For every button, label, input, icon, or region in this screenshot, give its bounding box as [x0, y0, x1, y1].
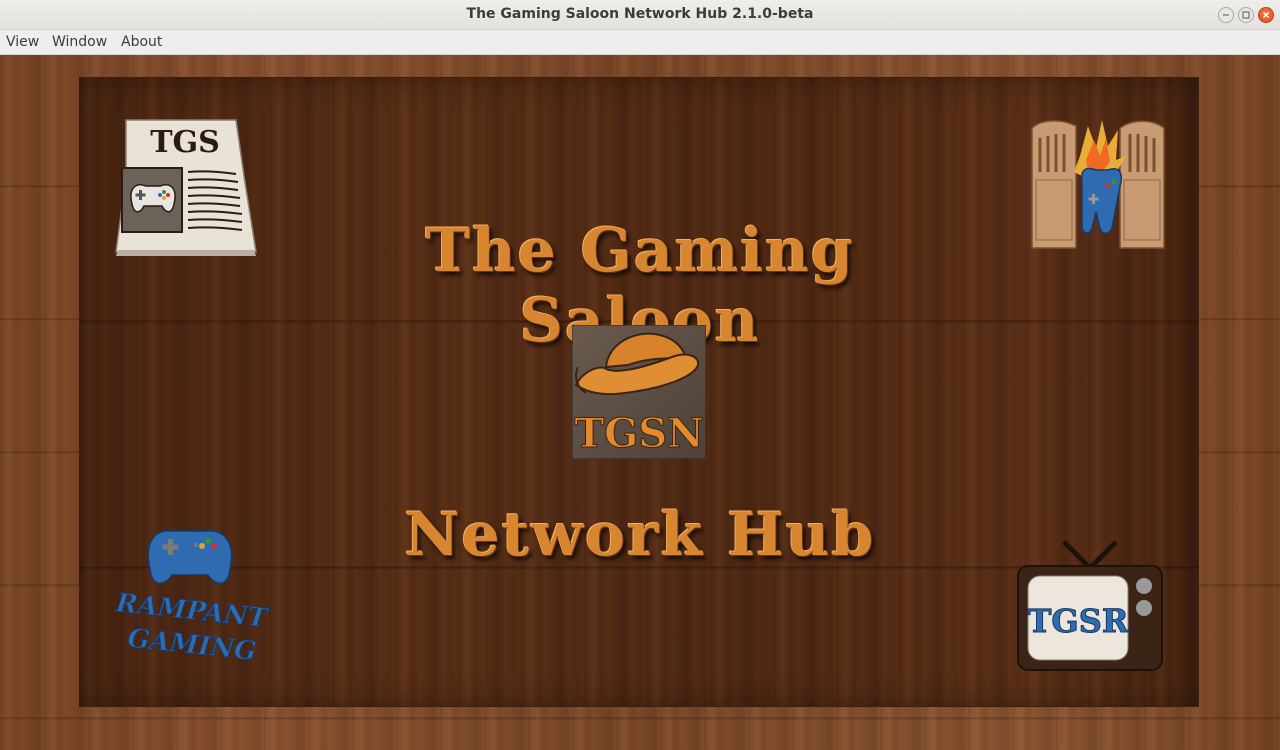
menu-window[interactable]: Window [52, 34, 107, 50]
saloon-doors-explosion-icon [1031, 120, 1165, 249]
tgs-news-tile[interactable]: TGS [112, 116, 258, 260]
window-titlebar: The Gaming Saloon Network Hub 2.1.0-beta [0, 0, 1280, 30]
tgsr-tv-text: TGSR [1028, 602, 1129, 640]
menu-bar: View Window About [0, 30, 1280, 55]
hub-heading-bottom: Network Hub [404, 500, 876, 570]
rampant-gaming-tile[interactable]: RAMPANT GAMING [112, 525, 271, 675]
menu-about[interactable]: About [121, 34, 162, 50]
rampant-gaming-logo: RAMPANT GAMING [113, 530, 271, 667]
window-title: The Gaming Saloon Network Hub 2.1.0-beta [466, 6, 814, 22]
maximize-button[interactable] [1238, 7, 1254, 23]
tgsn-logo-text: TGSN [574, 410, 703, 457]
close-icon [1263, 12, 1269, 18]
gamepad-icon [147, 530, 233, 584]
close-button[interactable] [1258, 7, 1274, 23]
maximize-icon [1242, 11, 1250, 19]
cowboy-hat-icon: TGSN [571, 324, 707, 460]
tgsr-tv-tile[interactable]: TGSR [1014, 538, 1166, 674]
minimize-icon [1223, 14, 1229, 16]
tgs-news-title: TGS [150, 125, 220, 160]
retro-tv-icon: TGSR [1017, 540, 1163, 671]
saloon-doors-tile[interactable] [1030, 116, 1168, 254]
minimize-button[interactable] [1218, 7, 1234, 23]
newspaper-icon: TGS [115, 119, 257, 256]
tgsn-logo: TGSN [571, 324, 707, 463]
menu-view[interactable]: View [6, 34, 39, 50]
